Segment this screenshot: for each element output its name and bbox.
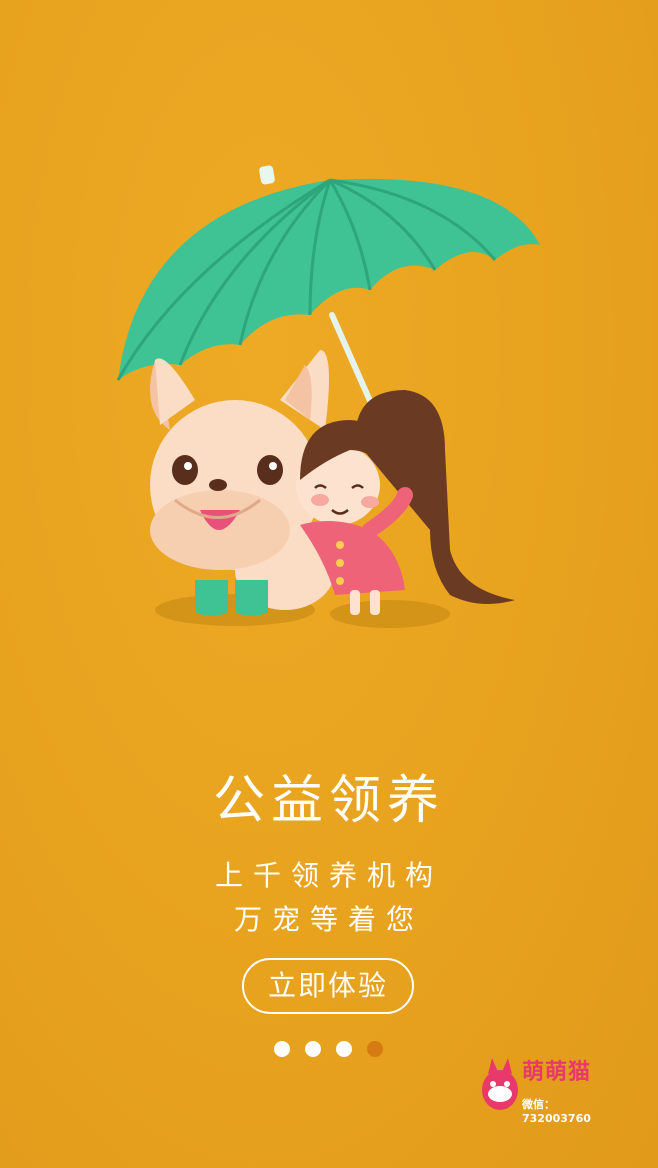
cat-mascot-icon <box>482 1058 518 1110</box>
subtitle-line-2: 万宠等着您 <box>233 903 424 936</box>
page-dot[interactable] <box>305 1041 321 1057</box>
page-dot[interactable] <box>274 1041 290 1057</box>
brand-name: 萌萌猫 <box>522 1060 592 1085</box>
onboarding-screen: 公益领养 上千领养机构 万宠等着您 立即体验 萌萌猫 微信：732003760 <box>0 0 658 1168</box>
subtitle-line-1: 上千领养机构 <box>214 859 443 892</box>
try-now-button[interactable]: 立即体验 <box>242 958 414 1014</box>
brand-watermark: 萌萌猫 微信：732003760 <box>480 1052 610 1125</box>
page-dot-active[interactable] <box>367 1041 383 1057</box>
page-dot[interactable] <box>336 1041 352 1057</box>
dog-girl-umbrella-illustration <box>116 165 540 628</box>
brand-wechat: 微信：732003760 <box>522 1098 591 1125</box>
page-title: 公益领养 <box>212 771 445 831</box>
page-indicator <box>274 1041 383 1057</box>
